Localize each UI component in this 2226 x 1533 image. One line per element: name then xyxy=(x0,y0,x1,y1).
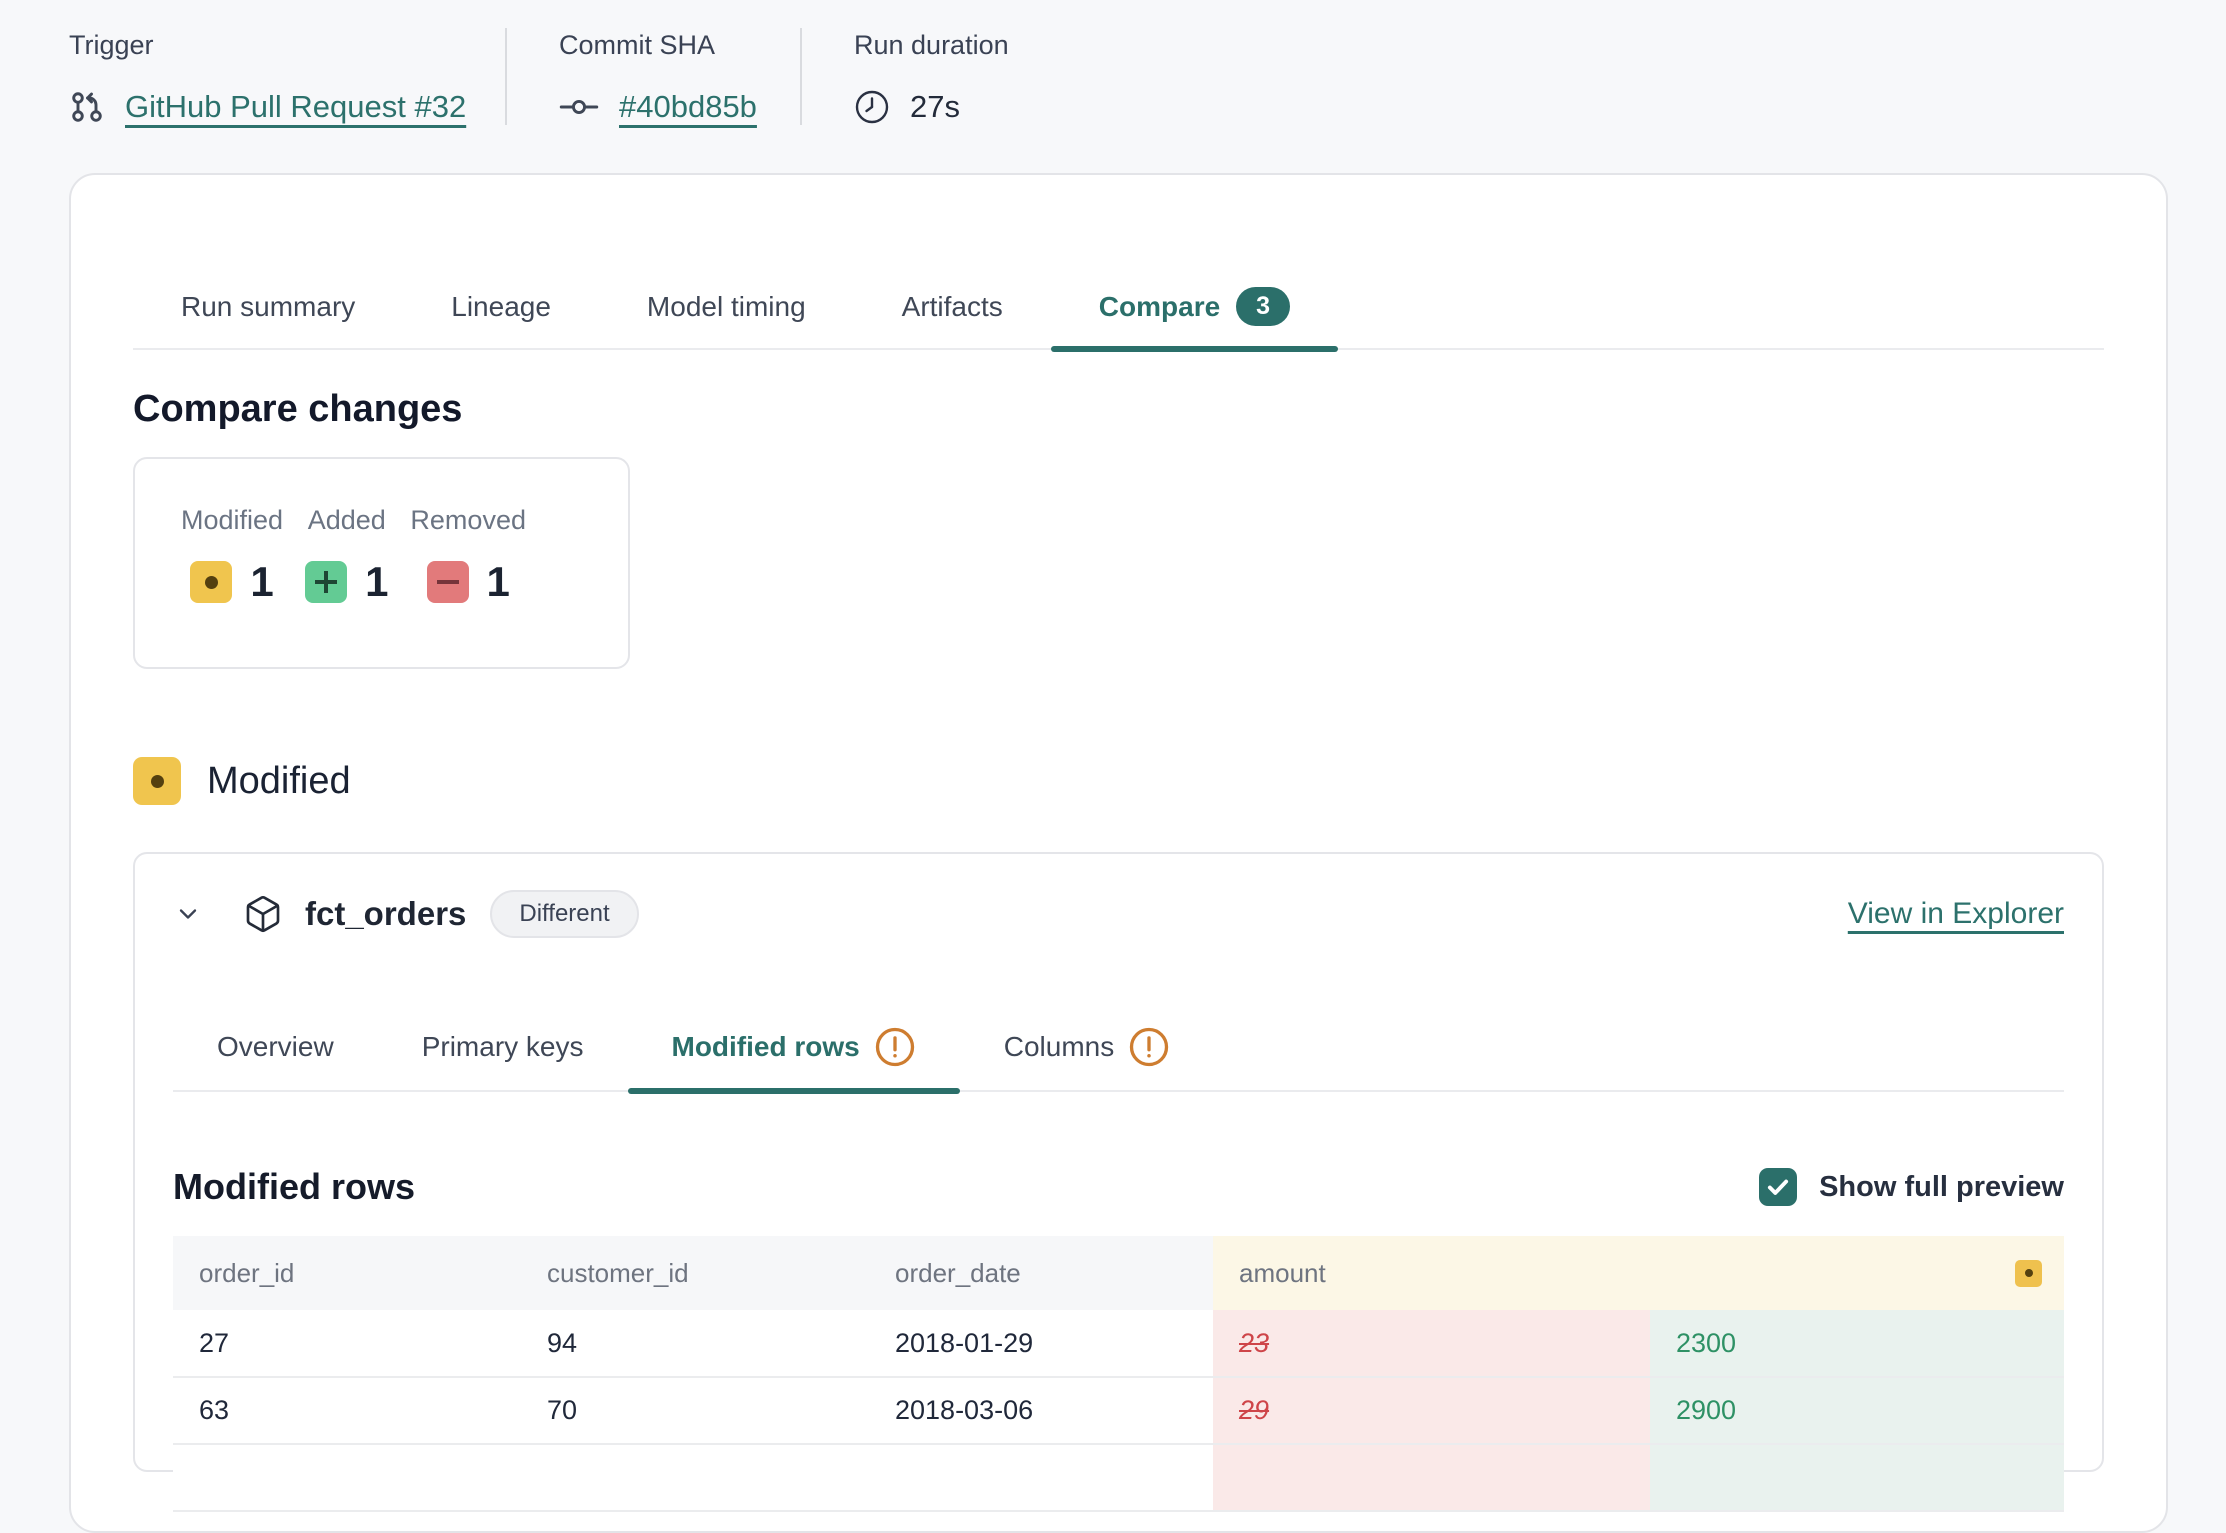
trigger-stat: Trigger GitHub Pull Request #32 xyxy=(69,28,505,125)
model-tab-bar: Overview Primary keys Modified rows Colu… xyxy=(173,1026,2064,1092)
summary-added: Added 1 xyxy=(305,505,388,667)
table-row: 63 70 2018-03-06 29 2900 xyxy=(173,1377,2064,1444)
col-header-order-id: order_id xyxy=(173,1236,521,1310)
table-row: 27 94 2018-01-29 23 2300 xyxy=(173,1310,2064,1377)
warning-icon xyxy=(1128,1026,1170,1068)
dot-icon xyxy=(151,775,164,788)
duration-value: 27s xyxy=(910,89,960,125)
git-commit-icon xyxy=(559,93,599,121)
run-stats-header: Trigger GitHub Pull Request #32 Commit S… xyxy=(0,0,2226,125)
summary-removed: Removed 1 xyxy=(410,505,526,667)
trigger-link[interactable]: GitHub Pull Request #32 xyxy=(125,89,466,125)
commit-stat: Commit SHA #40bd85b xyxy=(505,28,800,125)
warning-icon xyxy=(874,1026,916,1068)
minus-icon xyxy=(437,580,459,584)
compare-count-badge: 3 xyxy=(1236,287,1290,326)
commit-label: Commit SHA xyxy=(559,30,800,61)
removed-count: 1 xyxy=(487,558,510,606)
added-square-icon xyxy=(305,561,347,603)
tab-columns[interactable]: Columns xyxy=(960,1026,1214,1090)
modified-square-icon xyxy=(190,561,232,603)
model-card-fct-orders: fct_orders Different View in Explorer Ov… xyxy=(133,852,2104,1472)
checkbox-checked-icon[interactable] xyxy=(1759,1168,1797,1206)
modified-rows-title: Modified rows xyxy=(173,1166,1759,1208)
plus-icon xyxy=(315,571,337,593)
dot-icon xyxy=(205,576,218,589)
clock-icon xyxy=(854,89,890,125)
view-in-explorer-link[interactable]: View in Explorer xyxy=(1848,897,2064,931)
show-full-preview-toggle[interactable]: Show full preview xyxy=(1759,1168,2064,1206)
col-header-amount: amount xyxy=(1213,1236,1650,1310)
modified-count: 1 xyxy=(250,558,273,606)
commit-link[interactable]: #40bd85b xyxy=(619,89,757,125)
new-value-cell: 2300 xyxy=(1650,1310,2064,1377)
dot-icon xyxy=(2025,1269,2033,1277)
old-value-cell: 29 xyxy=(1213,1377,1650,1444)
trigger-label: Trigger xyxy=(69,30,505,61)
modified-rows-table: order_id customer_id order_date amount 2… xyxy=(173,1236,2064,1512)
page-title: Compare changes xyxy=(133,388,2104,431)
tab-overview[interactable]: Overview xyxy=(173,1026,378,1090)
main-tab-bar: Run summary Lineage Model timing Artifac… xyxy=(133,287,2104,350)
summary-modified: Modified 1 xyxy=(181,505,283,667)
run-details-panel: Run summary Lineage Model timing Artifac… xyxy=(69,173,2168,1533)
col-header-amount-changed xyxy=(1650,1236,2064,1310)
tab-run-summary[interactable]: Run summary xyxy=(133,287,403,348)
tab-modified-rows[interactable]: Modified rows xyxy=(628,1026,960,1090)
tab-lineage[interactable]: Lineage xyxy=(403,287,599,348)
modified-section-title: Modified xyxy=(207,760,351,803)
modified-square-icon xyxy=(133,757,181,805)
cube-icon xyxy=(243,894,283,934)
model-card-header: fct_orders Different View in Explorer xyxy=(173,890,2064,938)
model-name: fct_orders xyxy=(305,895,466,933)
status-badge: Different xyxy=(490,890,638,938)
tab-primary-keys[interactable]: Primary keys xyxy=(378,1026,628,1090)
new-value-cell: 2900 xyxy=(1650,1377,2064,1444)
tab-artifacts[interactable]: Artifacts xyxy=(854,287,1051,348)
chevron-down-icon xyxy=(174,900,202,928)
change-summary-card: Modified 1 Added 1 Removed 1 xyxy=(133,457,630,669)
pull-request-icon xyxy=(69,89,105,125)
table-header-row: order_id customer_id order_date amount xyxy=(173,1236,2064,1310)
old-value-cell: 23 xyxy=(1213,1310,1650,1377)
duration-label: Run duration xyxy=(854,30,1009,61)
new-value-cell xyxy=(1650,1444,2064,1511)
col-header-customer-id: customer_id xyxy=(521,1236,869,1310)
modified-section-header: Modified xyxy=(133,757,2104,805)
duration-stat: Run duration 27s xyxy=(800,28,1009,125)
removed-square-icon xyxy=(427,561,469,603)
modified-rows-header: Modified rows Show full preview xyxy=(173,1166,2064,1208)
collapse-toggle[interactable] xyxy=(173,899,203,929)
modified-square-icon xyxy=(2015,1260,2042,1287)
added-count: 1 xyxy=(365,558,388,606)
tab-compare[interactable]: Compare 3 xyxy=(1051,287,1338,348)
old-value-cell xyxy=(1213,1444,1650,1511)
table-row xyxy=(173,1444,2064,1511)
tab-model-timing[interactable]: Model timing xyxy=(599,287,854,348)
show-full-preview-label[interactable]: Show full preview xyxy=(1819,1171,2064,1204)
col-header-order-date: order_date xyxy=(869,1236,1213,1310)
